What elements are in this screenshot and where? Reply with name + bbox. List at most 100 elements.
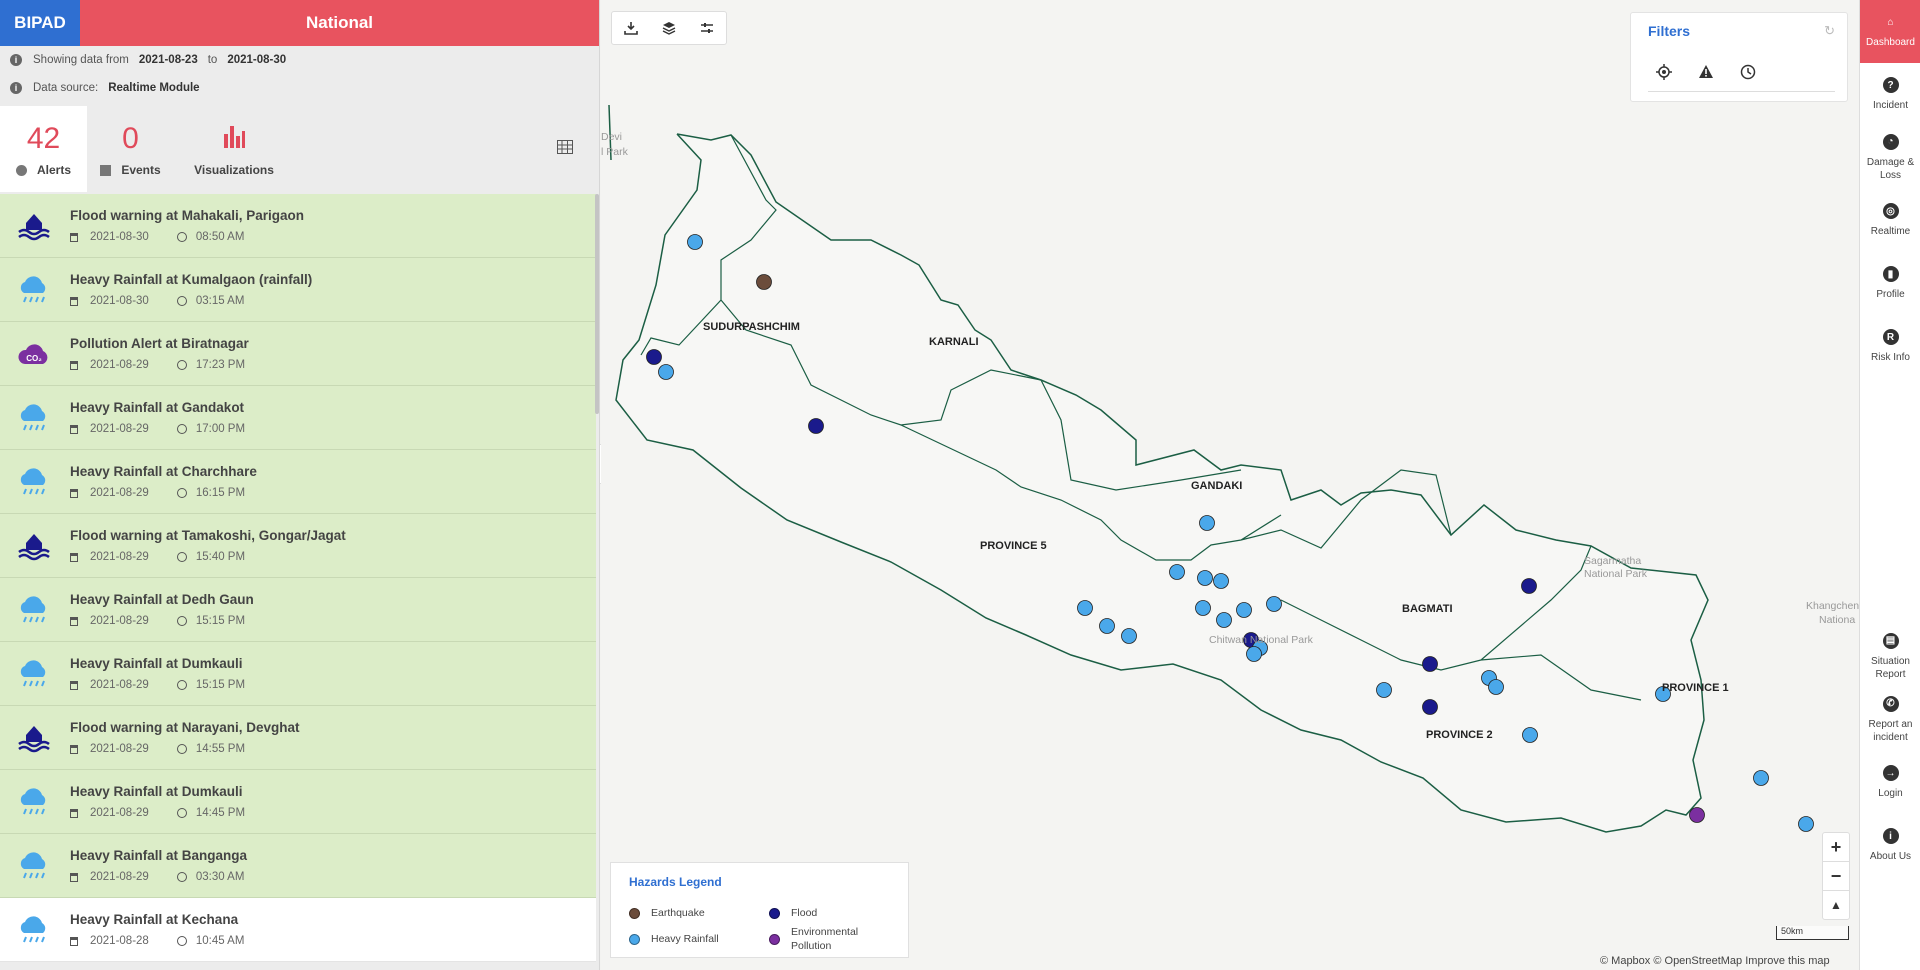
alert-date: 2021-08-29 bbox=[90, 807, 149, 819]
flood-icon bbox=[14, 526, 54, 566]
calendar-icon bbox=[70, 360, 78, 370]
region-title[interactable]: National bbox=[80, 0, 599, 46]
alert-item[interactable]: Heavy Rainfall at Kumalgaon (rainfall) 20… bbox=[0, 258, 596, 322]
park-label: Chitwan National Park bbox=[1209, 634, 1314, 646]
data-source-row: i Data source: Realtime Module bbox=[0, 74, 599, 102]
park-label: Nationa bbox=[1819, 614, 1855, 626]
map[interactable]: SUDURPASHCHIM KARNALI GANDAKI PROVINCE 5… bbox=[601, 0, 1859, 970]
source-label: Data source: bbox=[33, 82, 99, 94]
map-attribution[interactable]: © Mapbox © OpenStreetMap Improve this ma… bbox=[1600, 955, 1830, 967]
province-label: GANDAKI bbox=[1191, 480, 1242, 492]
nav-login[interactable]: → Login bbox=[1860, 751, 1920, 814]
nav-report-an-incident[interactable]: ✆ Report an incident bbox=[1860, 688, 1920, 751]
showing-label: Showing data from bbox=[33, 54, 129, 66]
refresh-icon[interactable]: ↻ bbox=[1824, 23, 1835, 39]
compass-reset-button[interactable]: ▲ bbox=[1823, 891, 1849, 919]
settings-sliders-icon[interactable] bbox=[698, 19, 716, 37]
nav-situation-report[interactable]: ▤ Situation Report bbox=[1860, 625, 1920, 688]
alert-item[interactable]: Flood warning at Narayani, Devghat 2021-0… bbox=[0, 706, 596, 770]
clock-icon bbox=[176, 936, 187, 946]
nav-incident[interactable]: ? Incident bbox=[1860, 63, 1920, 126]
left-panel: BIPAD National i Showing data from 2021-… bbox=[0, 0, 600, 970]
rain-icon bbox=[14, 398, 54, 438]
scale-bar: 50km bbox=[1776, 926, 1849, 940]
tab-visualizations[interactable]: Visualizations bbox=[174, 106, 294, 192]
province-label: SUDURPASHCHIM bbox=[703, 321, 800, 333]
park-label: Khangchen bbox=[1806, 600, 1859, 612]
zoom-in-button[interactable]: + bbox=[1823, 833, 1849, 862]
nav-risk-info[interactable]: R Risk Info bbox=[1860, 315, 1920, 378]
alert-dot-icon bbox=[15, 164, 27, 176]
alert-time: 08:50 AM bbox=[195, 231, 245, 243]
legend-title: Hazards Legend bbox=[629, 875, 722, 889]
tab-alerts[interactable]: 42 Alerts bbox=[0, 106, 87, 192]
calendar-icon bbox=[70, 936, 78, 946]
nav-dashboard[interactable]: ⌂ Dashboard bbox=[1860, 0, 1920, 63]
date-range-row: i Showing data from 2021-08-23 to 2021-0… bbox=[0, 46, 599, 74]
nav-label: Login bbox=[1878, 788, 1903, 799]
alert-item[interactable]: Flood warning at Mahakali, Parigaon 2021-… bbox=[0, 194, 596, 258]
clock-icon bbox=[176, 360, 187, 370]
alert-title: Heavy Rainfall at Dumkauli bbox=[70, 784, 243, 799]
alert-item[interactable]: Heavy Rainfall at Dumkauli 2021-08-29 14:4… bbox=[0, 770, 596, 834]
alert-title: Heavy Rainfall at Kechana bbox=[70, 912, 239, 927]
calendar-icon bbox=[70, 488, 78, 498]
rain-icon bbox=[14, 846, 54, 886]
alert-item[interactable]: CO₂ Pollution Alert at Biratnagar 2021-08-… bbox=[0, 322, 596, 386]
nav-label: Report an incident bbox=[1868, 718, 1913, 743]
calendar-icon bbox=[70, 680, 78, 690]
alert-date: 2021-08-29 bbox=[90, 871, 149, 883]
time-icon[interactable] bbox=[1739, 63, 1757, 81]
alert-item[interactable]: Heavy Rainfall at Charchhare 2021-08-29 16… bbox=[0, 450, 596, 514]
phone-icon: ✆ bbox=[1882, 695, 1899, 712]
hazard-warning-icon[interactable] bbox=[1697, 63, 1715, 81]
brand-logo[interactable]: BIPAD bbox=[0, 0, 80, 46]
alert-list-scrollbar[interactable] bbox=[595, 194, 599, 414]
to-label: to bbox=[207, 54, 218, 66]
alert-title: Flood warning at Narayani, Devghat bbox=[70, 720, 300, 735]
nav-profile[interactable]: ▮ Profile bbox=[1860, 252, 1920, 315]
alert-time: 03:30 AM bbox=[195, 871, 245, 883]
nav-label: Risk Info bbox=[1871, 352, 1910, 363]
clock-icon bbox=[176, 744, 187, 754]
clock-icon bbox=[176, 808, 187, 818]
zoom-out-button[interactable]: − bbox=[1823, 862, 1849, 891]
alerts-count: 42 bbox=[26, 122, 61, 155]
nav-about-us[interactable]: i About Us bbox=[1860, 814, 1920, 877]
calendar-icon bbox=[70, 424, 78, 434]
calendar-icon bbox=[70, 232, 78, 242]
alert-date: 2021-08-29 bbox=[90, 423, 149, 435]
home-icon: ⌂ bbox=[1887, 16, 1894, 28]
clock-icon bbox=[176, 424, 187, 434]
location-icon[interactable] bbox=[1655, 63, 1673, 81]
calendar-icon bbox=[70, 744, 78, 754]
alert-time: 17:00 PM bbox=[195, 423, 246, 435]
alert-item[interactable]: Flood warning at Tamakoshi, Gongar/Jagat… bbox=[0, 514, 596, 578]
nepal-map: SUDURPASHCHIM KARNALI GANDAKI PROVINCE 5… bbox=[601, 104, 1859, 833]
event-square-icon bbox=[100, 164, 112, 176]
layers-icon[interactable] bbox=[660, 19, 678, 37]
alert-item[interactable]: Heavy Rainfall at Gandakot 2021-08-29 17:0… bbox=[0, 386, 596, 450]
alert-date: 2021-08-29 bbox=[90, 615, 149, 627]
alert-time: 16:15 PM bbox=[195, 487, 246, 499]
filters-title: Filters bbox=[1648, 23, 1691, 39]
legend-label: Flood bbox=[791, 907, 818, 919]
flood-icon bbox=[14, 718, 54, 758]
r-icon: R bbox=[1882, 329, 1899, 345]
source-value: Realtime Module bbox=[108, 82, 200, 94]
alert-list: Flood warning at Mahakali, Parigaon 2021-… bbox=[0, 194, 596, 970]
download-icon[interactable] bbox=[622, 19, 640, 37]
legend-label: Heavy Rainfall bbox=[651, 933, 719, 945]
nav-realtime[interactable]: ◎ Realtime bbox=[1860, 189, 1920, 252]
alert-item[interactable]: Heavy Rainfall at Kechana 2021-08-28 10:45… bbox=[0, 898, 596, 962]
tab-events[interactable]: 0 Events bbox=[87, 106, 174, 192]
alert-title: Heavy Rainfall at Dumkauli bbox=[70, 656, 243, 671]
nav-damage-loss[interactable]: ◔ Damage & Loss bbox=[1860, 126, 1920, 189]
signal-icon: ◎ bbox=[1882, 203, 1899, 219]
alert-item[interactable]: Heavy Rainfall at Dumkauli 2021-08-29 15:1… bbox=[0, 642, 596, 706]
alert-item[interactable]: Heavy Rainfall at Banganga 2021-08-29 03:3… bbox=[0, 834, 596, 898]
alert-date: 2021-08-30 bbox=[90, 231, 149, 243]
alert-title: Heavy Rainfall at Dedh Gaun bbox=[70, 592, 254, 607]
table-view-icon[interactable] bbox=[557, 140, 573, 154]
alert-item[interactable]: Heavy Rainfall at Dedh Gaun 2021-08-29 15:… bbox=[0, 578, 596, 642]
